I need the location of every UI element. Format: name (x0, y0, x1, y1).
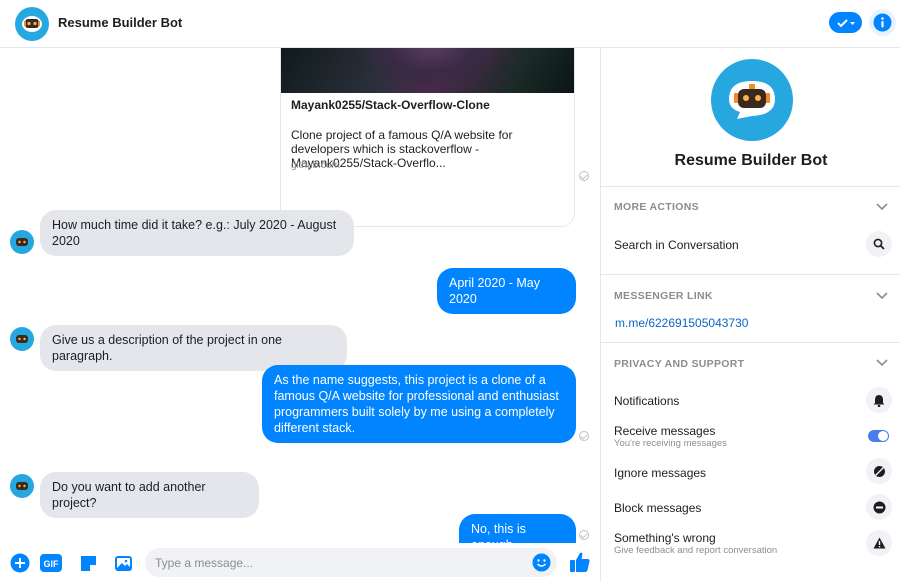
bot-profile-avatar[interactable] (711, 59, 793, 141)
emoji-button[interactable] (531, 552, 551, 572)
bot-avatar[interactable] (15, 7, 49, 41)
search-in-conversation-label[interactable]: Search in Conversation (614, 238, 739, 252)
search-icon (873, 238, 885, 250)
message-input[interactable] (155, 554, 515, 572)
bot-avatar (10, 327, 34, 351)
info-button[interactable] (869, 9, 896, 36)
bell-icon (873, 394, 885, 407)
conversation-header: Resume Builder Bot (0, 0, 900, 48)
message-bubble-outgoing[interactable]: No, this is enough (459, 514, 576, 543)
bot-profile-name: Resume Builder Bot (674, 152, 828, 169)
message-bubble-incoming[interactable]: How much time did it take? e.g.: July 20… (40, 210, 354, 256)
message-list[interactable]: Mayank0255/Stack-Overflow-Clone Clone pr… (0, 48, 600, 543)
somethings-wrong-description: Give feedback and report conversation (614, 545, 778, 556)
bot-avatar (10, 474, 34, 498)
thumbs-up-icon (570, 552, 590, 572)
sticker-button[interactable] (78, 553, 98, 573)
message-bubble-outgoing[interactable]: April 2020 - May 2020 (437, 268, 576, 314)
divider (601, 342, 900, 343)
message-composer: GIF (0, 543, 600, 581)
chevron-down-icon[interactable] (876, 357, 888, 369)
checkmark-icon (836, 18, 855, 27)
gif-icon: GIF (40, 554, 62, 572)
link-preview-image (281, 48, 574, 93)
info-icon (873, 13, 892, 32)
image-icon (114, 555, 132, 571)
block-messages-label[interactable]: Block messages (614, 501, 701, 515)
messenger-link-heading[interactable]: MESSENGER LINK (614, 290, 713, 302)
seen-indicator-icon (579, 431, 589, 441)
sticker-icon (80, 555, 96, 571)
notifications-button[interactable] (866, 387, 892, 413)
link-preview-domain: github.com (291, 160, 340, 171)
seen-indicator-icon (579, 171, 589, 181)
warning-icon (873, 537, 885, 549)
block-icon (873, 501, 885, 513)
message-bubble-incoming[interactable]: Do you want to add another project? (40, 472, 259, 518)
notifications-label[interactable]: Notifications (614, 394, 679, 408)
conversation-info-panel: Resume Builder Bot MORE ACTIONS Search i… (600, 48, 900, 581)
svg-text:GIF: GIF (44, 559, 60, 569)
chevron-down-icon[interactable] (876, 201, 888, 213)
plus-button[interactable] (10, 553, 30, 573)
receive-messages-status: You're receiving messages (614, 438, 727, 449)
divider (601, 186, 900, 187)
link-preview-card[interactable]: Mayank0255/Stack-Overflow-Clone Clone pr… (280, 48, 575, 227)
messenger-link[interactable]: m.me/622691505043730 (615, 316, 748, 330)
chevron-down-icon[interactable] (876, 290, 888, 302)
somethings-wrong-label[interactable]: Something's wrong (614, 531, 716, 545)
ignore-messages-button[interactable] (866, 458, 892, 484)
thumbs-up-button[interactable] (569, 551, 591, 573)
divider (601, 274, 900, 275)
report-button[interactable] (866, 530, 892, 556)
checkmark-dropdown-button[interactable] (829, 12, 862, 33)
receive-messages-toggle[interactable] (868, 430, 889, 442)
message-input-wrapper (145, 548, 557, 577)
conversation-title: Resume Builder Bot (58, 15, 183, 30)
search-button[interactable] (866, 231, 892, 257)
bot-avatar (10, 230, 34, 254)
link-preview-title: Mayank0255/Stack-Overflow-Clone (291, 98, 490, 112)
emoji-icon (532, 553, 550, 571)
gif-button[interactable]: GIF (40, 553, 62, 573)
image-button[interactable] (113, 553, 133, 573)
plus-icon (10, 553, 30, 573)
seen-indicator-icon (579, 530, 589, 540)
ignore-icon (873, 465, 885, 477)
more-actions-heading[interactable]: MORE ACTIONS (614, 201, 699, 213)
ignore-messages-label[interactable]: Ignore messages (614, 466, 706, 480)
block-messages-button[interactable] (866, 494, 892, 520)
privacy-support-heading[interactable]: PRIVACY AND SUPPORT (614, 358, 744, 370)
message-bubble-outgoing[interactable]: As the name suggests, this project is a … (262, 365, 576, 443)
receive-messages-label[interactable]: Receive messages (614, 424, 715, 438)
